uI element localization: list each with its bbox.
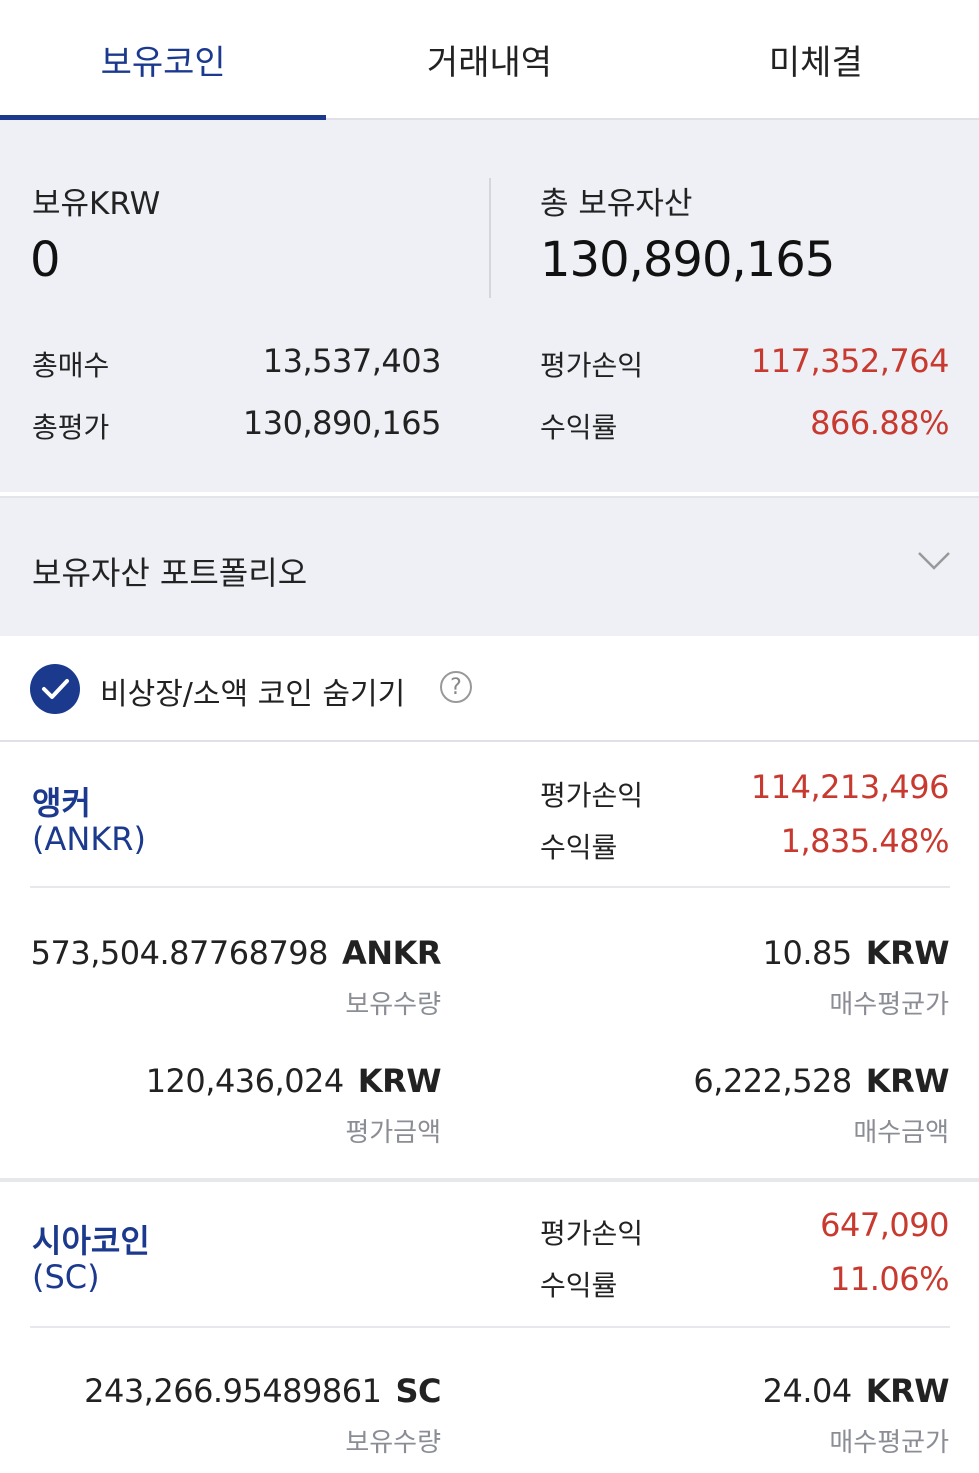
chevron-down-icon	[918, 552, 950, 570]
coin-rate-label: 수익률	[540, 1269, 618, 1302]
summary-divider	[489, 178, 491, 298]
total-buy-label: 총매수	[32, 349, 110, 382]
avg-price-label: 매수평균가	[829, 990, 949, 1020]
total-assets-value: 130,890,165	[540, 232, 835, 288]
coin-rate-label: 수익률	[540, 831, 618, 864]
rate-label: 수익률	[540, 411, 618, 444]
hide-small-coins-row: 비상장/소액 코인 숨기기 ?	[0, 636, 979, 742]
coin-card-ankr[interactable]: 앵커 (ANKR) 평가손익 114,213,496 수익률 1,835.48%…	[0, 742, 979, 1178]
avg-price-value: 24.04	[762, 1372, 853, 1410]
help-icon[interactable]: ?	[440, 671, 472, 703]
eval-amount-label: 평가금액	[345, 1118, 441, 1148]
tab-unfilled[interactable]: 미체결	[653, 0, 979, 118]
tab-history[interactable]: 거래내역	[326, 0, 652, 118]
eval-amount: 120,436,024 KRW	[145, 1062, 442, 1100]
holding-qty: 243,266.95489861 SC	[84, 1372, 441, 1410]
coin-symbol: (ANKR)	[32, 820, 147, 858]
coin-divider	[30, 886, 950, 888]
total-buy-value: 13,537,403	[262, 342, 442, 380]
buy-amount-value: 6,222,528	[693, 1062, 852, 1100]
asset-summary: 보유KRW 0 총 보유자산 130,890,165 총매수 13,537,40…	[0, 120, 979, 492]
avg-price-unit: KRW	[865, 1372, 950, 1410]
pnl-value: 117,352,764	[750, 342, 950, 380]
eval-amount-unit: KRW	[357, 1062, 442, 1100]
krw-value: 0	[30, 232, 61, 288]
avg-price-unit: KRW	[865, 934, 950, 972]
total-assets-label: 총 보유자산	[540, 186, 693, 222]
avg-price: 24.04 KRW	[762, 1372, 950, 1410]
buy-amount: 6,222,528 KRW	[693, 1062, 949, 1100]
coin-pnl-value: 647,090	[820, 1206, 949, 1244]
holding-qty-unit: SC	[395, 1372, 441, 1410]
pnl-label: 평가손익	[540, 349, 644, 382]
holding-qty: 573,504.87768798 ANKR	[30, 934, 442, 972]
portfolio-toggle[interactable]: 보유자산 포트폴리오	[0, 496, 979, 636]
holding-qty-label: 보유수량	[345, 1428, 441, 1458]
avg-price: 10.85 KRW	[762, 934, 950, 972]
coin-rate-value: 11.06%	[829, 1260, 950, 1298]
holding-qty-unit: ANKR	[342, 934, 441, 972]
rate-value: 866.88%	[810, 404, 949, 442]
avg-price-label: 매수평균가	[829, 1428, 949, 1458]
coin-rate-value: 1,835.48%	[780, 822, 950, 860]
total-eval-value: 130,890,165	[242, 404, 442, 442]
buy-amount-unit: KRW	[865, 1062, 950, 1100]
total-eval-label: 총평가	[32, 411, 110, 444]
hide-small-checkbox[interactable]	[30, 664, 80, 714]
hide-small-label: 비상장/소액 코인 숨기기	[100, 677, 406, 712]
tab-holdings[interactable]: 보유코인	[0, 0, 327, 120]
coin-pnl-label: 평가손익	[540, 779, 644, 812]
coin-pnl-value: 114,213,496	[750, 768, 950, 806]
coin-name: 시아코인	[32, 1222, 150, 1260]
krw-label: 보유KRW	[32, 186, 161, 222]
tab-bar: 보유코인 거래내역 미체결	[0, 0, 979, 120]
eval-amount-value: 120,436,024	[145, 1062, 345, 1100]
coin-pnl-label: 평가손익	[540, 1217, 644, 1250]
coin-card-sc[interactable]: 시아코인 (SC) 평가손익 647,090 수익률 11.06% 243,26…	[0, 1182, 979, 1473]
checkmark-icon	[42, 679, 69, 699]
coin-symbol: (SC)	[32, 1258, 100, 1296]
coin-divider	[30, 1326, 950, 1328]
coin-name: 앵커	[32, 784, 91, 822]
buy-amount-label: 매수금액	[853, 1118, 949, 1148]
portfolio-title: 보유자산 포트폴리오	[32, 554, 308, 592]
holding-qty-value: 243,266.95489861	[84, 1372, 382, 1410]
holding-qty-value: 573,504.87768798	[30, 934, 329, 972]
holding-qty-label: 보유수량	[345, 990, 441, 1020]
avg-price-value: 10.85	[762, 934, 853, 972]
